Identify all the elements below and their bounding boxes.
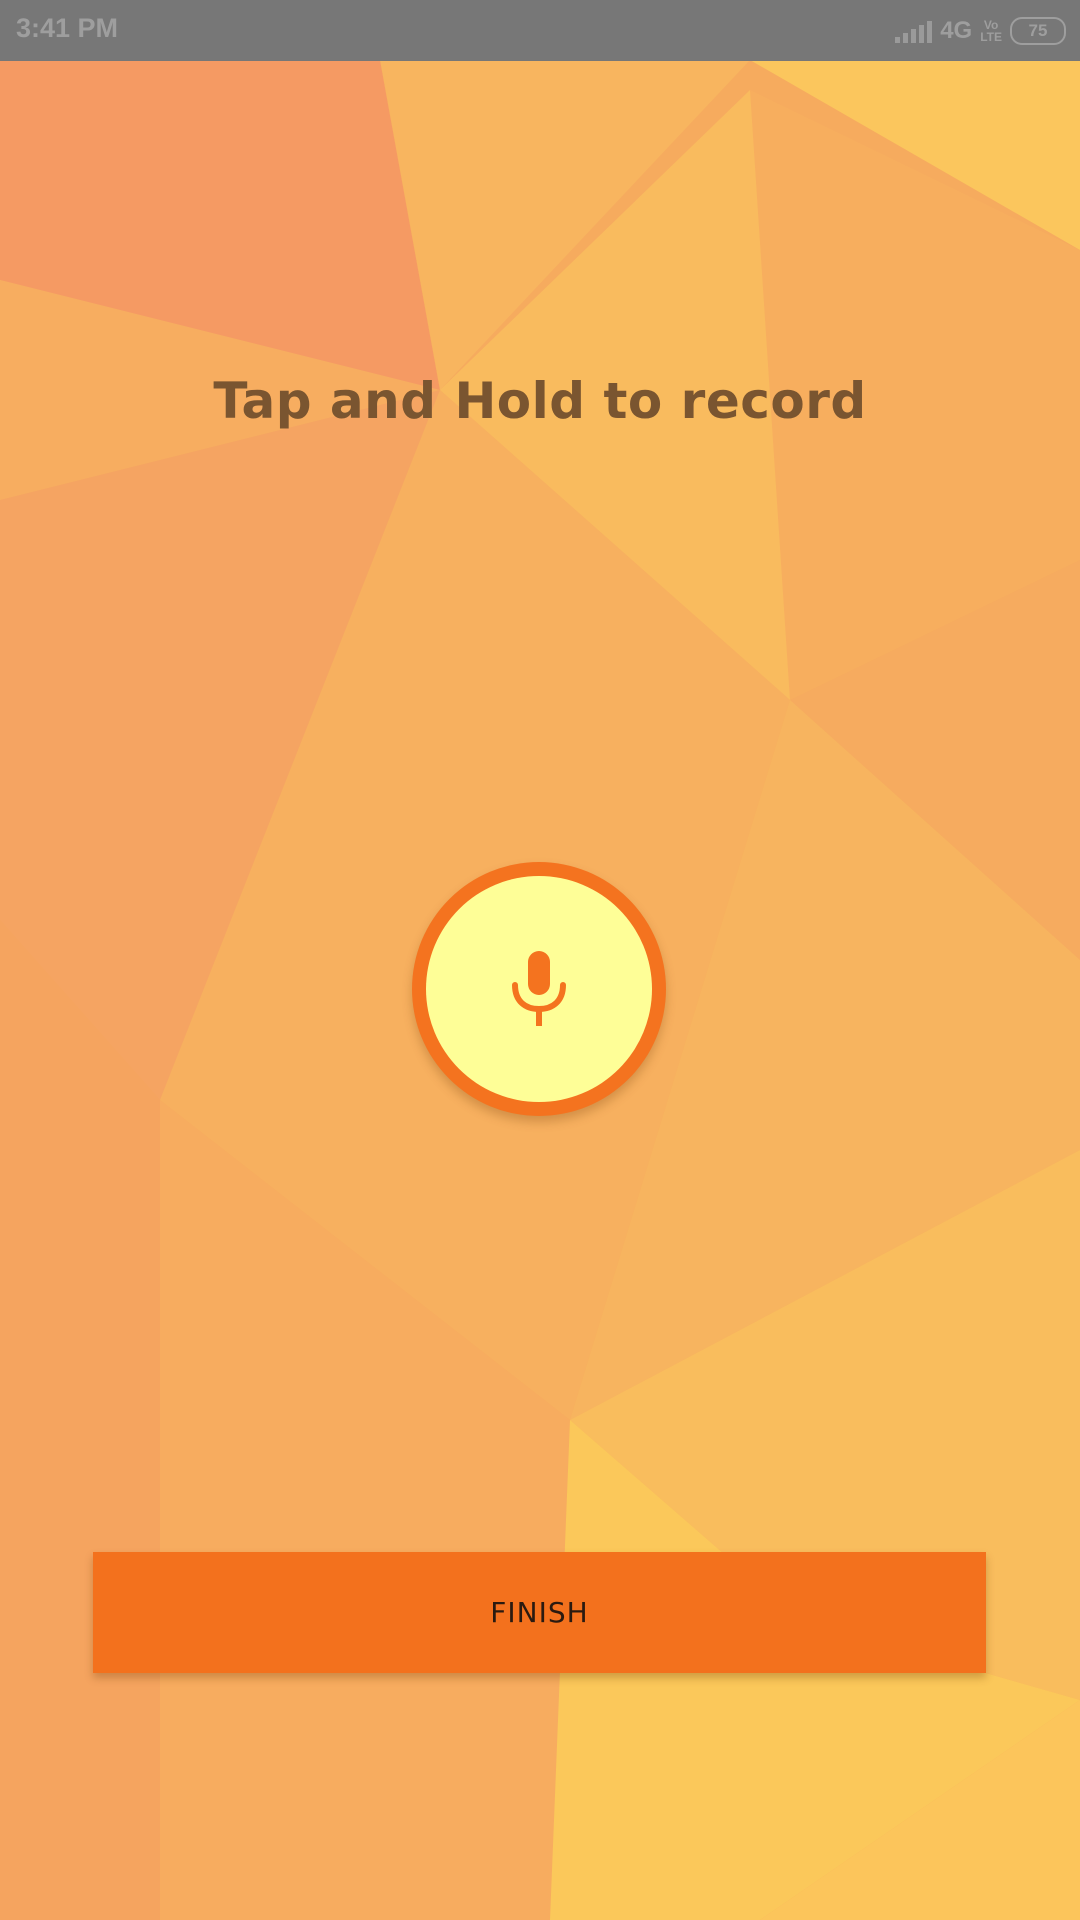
record-button[interactable] — [412, 862, 666, 1116]
microphone-icon — [512, 951, 566, 1026]
finish-button[interactable]: FINISH — [93, 1552, 986, 1673]
status-icons: 4G Vo LTE 75 — [895, 14, 1066, 48]
volte-icon: Vo LTE — [980, 19, 1002, 43]
recording-screen: 3:41 PM 4G Vo LTE 75 Tap and Hold to rec… — [0, 0, 1080, 1920]
status-time: 3:41 PM — [16, 13, 119, 43]
status-bar: 3:41 PM 4G Vo LTE 75 — [0, 0, 1080, 61]
record-button-inner[interactable] — [426, 876, 652, 1102]
signal-icon — [895, 19, 933, 43]
instruction-text: Tap and Hold to record — [213, 372, 867, 430]
network-type: 4G — [940, 17, 973, 44]
battery-icon: 75 — [1010, 17, 1066, 45]
finish-button-label: FINISH — [490, 1596, 589, 1629]
battery-level: 75 — [1028, 21, 1048, 40]
volte-bottom-text: LTE — [980, 30, 1002, 44]
